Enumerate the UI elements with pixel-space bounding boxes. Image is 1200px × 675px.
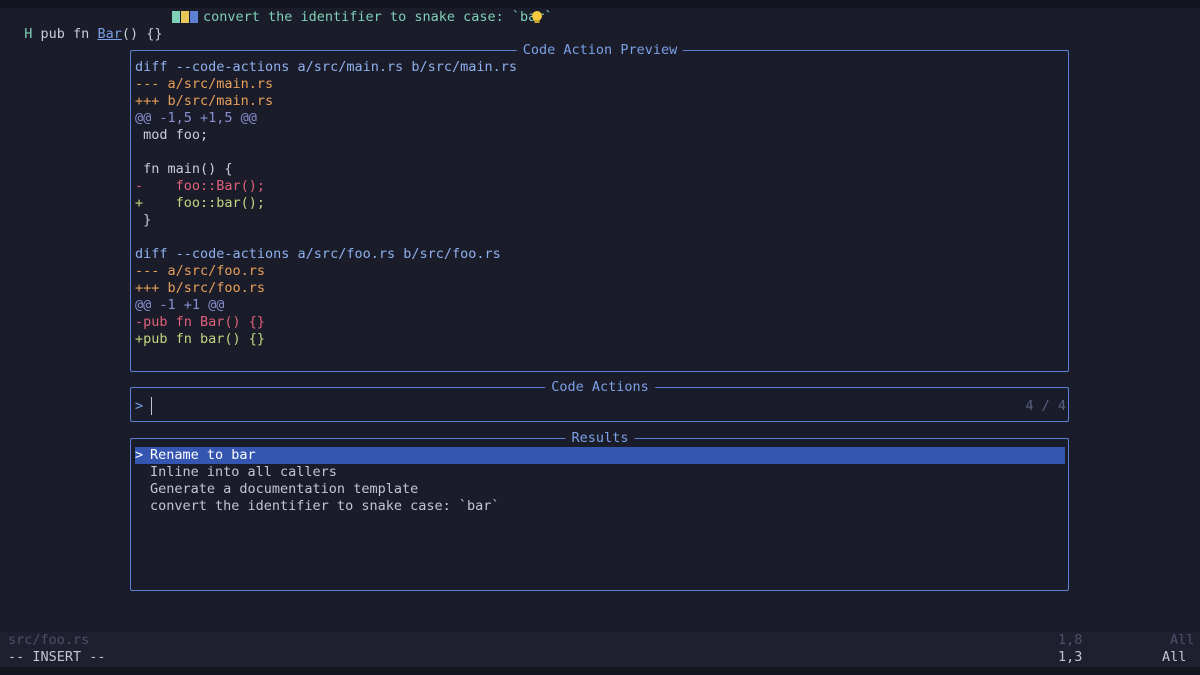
result-item[interactable]: Rename to bar — [150, 447, 256, 464]
diff-line: +++ b/src/foo.rs — [135, 280, 266, 296]
diff-line: --- a/src/main.rs — [135, 76, 274, 92]
selected-row-highlight — [135, 447, 1065, 464]
prompt-icon: > — [135, 398, 144, 414]
mode-indicator: -- INSERT -- — [8, 649, 106, 665]
virtual-text-indicator-icon — [172, 11, 198, 23]
cursor-position: 1,3 — [1058, 649, 1083, 665]
diff-line: --- a/src/foo.rs — [135, 263, 266, 279]
status-line: src/foo.rs 1,8 All — [0, 632, 1200, 649]
diff-line: diff --code-actions a/src/main.rs b/src/… — [135, 59, 518, 75]
code-action-preview-panel: Code Action Preview diff --code-actions … — [130, 42, 1069, 372]
result-item[interactable]: Inline into all callers — [150, 464, 337, 481]
diff-line: diff --code-actions a/src/foo.rs b/src/f… — [135, 246, 501, 262]
code-actions-panel: Code Actions > 4 / 4 — [130, 379, 1069, 422]
preview-title: Code Action Preview — [516, 42, 684, 59]
diff-line: @@ -1 +1 @@ — [135, 297, 225, 313]
diff-line: +++ b/src/main.rs — [135, 93, 274, 109]
diff-line: -pub fn Bar() {} — [135, 314, 266, 330]
lightbulb-icon — [532, 11, 542, 23]
search-input[interactable]: > — [135, 398, 143, 415]
selected-marker-icon: > — [135, 447, 144, 463]
status-position: 1,8 — [1058, 632, 1083, 648]
text-cursor — [151, 397, 152, 415]
result-count: 4 / 4 — [1025, 398, 1066, 414]
results-panel: Results > Rename to bar Inline into all … — [130, 430, 1069, 591]
result-item[interactable]: Generate a documentation template — [150, 481, 418, 498]
status-filename: src/foo.rs — [8, 632, 90, 648]
code-actions-title: Code Actions — [545, 379, 655, 396]
code-prefix: pub fn — [40, 26, 98, 42]
editor-first-line[interactable]: H pub fn Bar() {} — [8, 9, 162, 42]
code-suffix: () {} — [121, 26, 163, 42]
code-action-hint: convert the identifier to snake case: `b… — [203, 9, 553, 25]
diff-line: + foo::bar(); — [135, 195, 266, 211]
code-identifier[interactable]: Bar — [97, 26, 121, 42]
diff-line: @@ -1,5 +1,5 @@ — [135, 110, 257, 126]
results-title: Results — [565, 430, 635, 447]
diff-line: fn main() { — [135, 161, 233, 177]
scroll-indicator: All — [1162, 649, 1187, 665]
diff-line: - foo::Bar(); — [135, 178, 266, 194]
status-scroll: All — [1170, 632, 1195, 648]
diff-line: mod foo; — [135, 127, 209, 143]
diff-line: } — [135, 212, 152, 228]
result-item[interactable]: convert the identifier to snake case: `b… — [150, 498, 500, 515]
mode-line: -- INSERT -- 1,3 All — [0, 649, 1200, 667]
diff-line: +pub fn bar() {} — [135, 331, 266, 347]
